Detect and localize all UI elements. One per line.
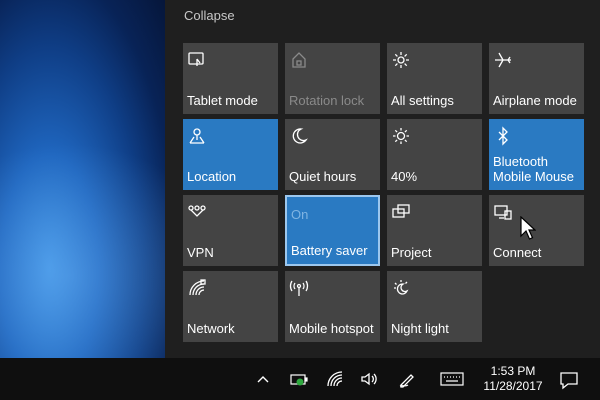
tile-label: Location [187,169,237,184]
night-light-icon [391,278,411,298]
tile-all-settings[interactable]: All settings [387,43,482,114]
tablet-mode-icon [187,50,207,70]
gear-icon [391,50,411,70]
keyboard-icon[interactable] [440,370,464,388]
tile-mobile-hotspot[interactable]: Mobile hotspot [285,271,380,342]
tile-status-text: On [291,207,309,222]
tile-connect[interactable]: Connect [489,195,584,266]
tile-location[interactable]: Location [183,119,278,190]
tile-night-light[interactable]: Night light [387,271,482,342]
tile-label: Battery saver [291,243,368,258]
network-icon [187,278,207,298]
volume-icon[interactable] [360,370,378,388]
taskbar-clock[interactable]: 1:53 PM 11/28/2017 [474,364,552,394]
tile-tablet-mode[interactable]: Tablet mode [183,43,278,114]
connect-icon [493,202,513,222]
hotspot-icon [289,278,309,298]
wifi-icon[interactable] [326,370,344,388]
action-center-panel: Collapse Tablet mode Rotation lock All s… [165,0,600,358]
brightness-icon [391,126,411,146]
location-icon [187,126,207,146]
tile-network[interactable]: Network [183,271,278,342]
bluetooth-icon [493,126,513,146]
tile-brightness[interactable]: 40% [387,119,482,190]
moon-icon [289,126,309,146]
tile-label: Connect [493,245,542,260]
chevron-up-icon[interactable] [254,370,272,388]
tile-label-line1: Bluetooth [493,154,548,169]
tile-quiet-hours[interactable]: Quiet hours [285,119,380,190]
tile-label: VPN [187,245,214,260]
tile-label: Mobile hotspot [289,321,374,336]
tile-label-line2: Mobile Mouse [493,169,574,184]
tile-label: Tablet mode [187,93,258,108]
project-icon [391,202,411,222]
tile-airplane-mode[interactable]: Airplane mode [489,43,584,114]
airplane-icon [493,50,513,70]
tile-label: Network [187,321,235,336]
tile-rotation-lock[interactable]: Rotation lock [285,43,380,114]
tile-vpn[interactable]: VPN [183,195,278,266]
clock-time: 1:53 PM [490,364,536,378]
tile-label: Rotation lock [289,93,365,108]
pen-ink-icon[interactable] [398,370,416,388]
vpn-icon [187,202,207,222]
rotation-lock-icon [289,50,309,70]
tile-bluetooth[interactable]: Bluetooth Mobile Mouse [489,119,584,190]
tile-project[interactable]: Project [387,195,482,266]
notification-icon[interactable] [559,370,579,390]
tile-label: All settings [391,93,454,108]
tile-battery-saver[interactable]: On Battery saver [285,195,380,266]
tile-label: Airplane mode [493,93,577,108]
mouse-cursor-icon [520,216,536,240]
tile-label: Quiet hours [289,169,357,184]
tile-label: Bluetooth Mobile Mouse [493,154,574,184]
clock-date: 11/28/2017 [483,379,543,393]
tile-label: 40% [391,169,418,184]
desktop-wallpaper [0,0,165,358]
battery-icon[interactable] [290,370,308,388]
tile-label: Project [391,245,432,260]
taskbar: 1:53 PM 11/28/2017 [0,358,600,400]
tile-label: Night light [391,321,449,336]
collapse-link[interactable]: Collapse [184,8,235,23]
